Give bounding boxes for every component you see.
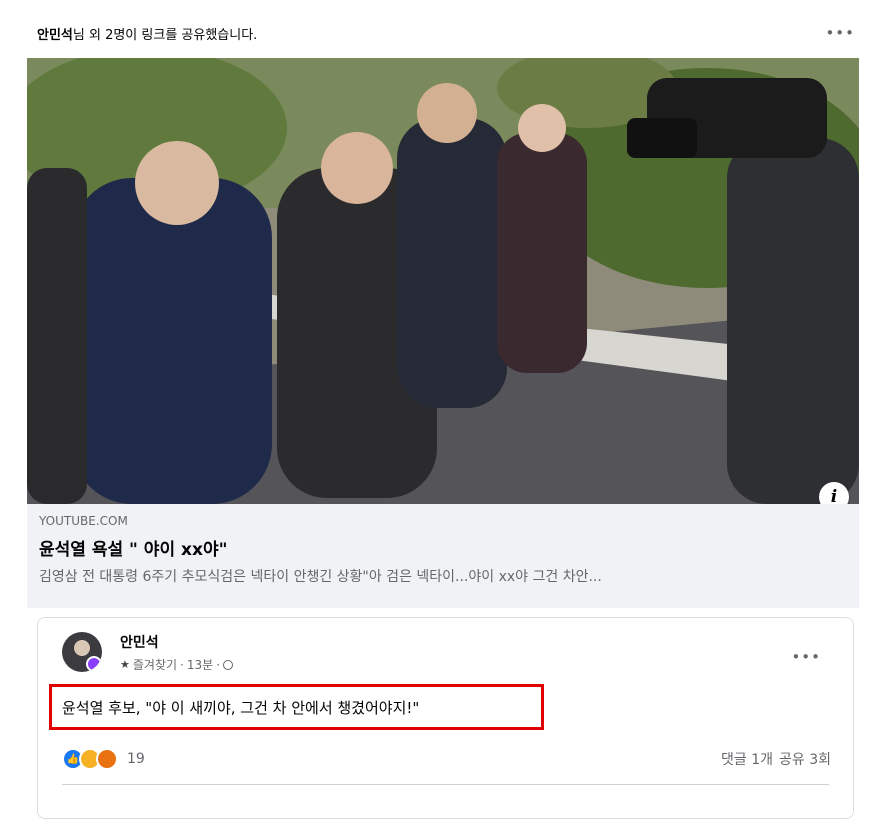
post-time[interactable]: 13분 — [187, 656, 213, 673]
link-thumbnail[interactable]: i — [27, 58, 859, 504]
share-count[interactable]: 공유 3회 — [779, 749, 831, 769]
reaction-count: 19 — [127, 751, 145, 767]
avatar[interactable] — [62, 632, 102, 672]
post-more-options-icon[interactable]: ••• — [791, 648, 821, 666]
highlighted-post-text: 윤석열 후보, "야 이 새끼야, 그건 차 안에서 챙겼어야지!" — [49, 684, 544, 730]
more-options-icon[interactable]: ••• — [825, 24, 855, 42]
favorite-label: 즐겨찾기 — [132, 658, 178, 672]
star-icon: ★ — [120, 658, 130, 671]
meta-separator: · — [180, 657, 184, 672]
meta-separator: · — [216, 657, 221, 672]
globe-icon[interactable] — [223, 659, 234, 670]
link-title[interactable]: 윤석열 욕설 " 야이 xx야" — [39, 535, 847, 560]
share-header: 안민석님 외 2명이 링크를 공유했습니다. ••• — [37, 22, 855, 44]
share-header-text: 안민석님 외 2명이 링크를 공유했습니다. — [37, 24, 257, 43]
avatar-badge-icon — [86, 656, 102, 672]
divider — [62, 784, 829, 785]
post-text: 윤석열 후보, "야 이 새끼야, 그건 차 안에서 챙겼어야지!" — [62, 698, 420, 717]
engagement-counts: 댓글 1개 공유 3회 — [721, 749, 831, 769]
header-author-name[interactable]: 안민석 — [37, 28, 73, 43]
angry-reaction-icon — [96, 748, 118, 770]
link-domain: YOUTUBE.COM — [39, 514, 128, 528]
info-icon[interactable]: i — [819, 482, 849, 504]
post-author-name[interactable]: 안민석 — [120, 632, 159, 652]
reactions-summary[interactable]: 👍 19 — [62, 748, 145, 770]
comment-count[interactable]: 댓글 1개 — [721, 749, 773, 769]
shared-post-card: 안민석 ★ 즐겨찾기 · 13분 · ••• 윤석열 후보, "야 이 새끼야,… — [37, 617, 854, 819]
thumbnail-image — [27, 58, 859, 504]
header-share-text: 님 외 2명이 링크를 공유했습니다. — [72, 27, 258, 43]
link-preview[interactable]: YOUTUBE.COM 윤석열 욕설 " 야이 xx야" 김영삼 전 대통령 6… — [27, 504, 859, 608]
post-meta: ★ 즐겨찾기 · 13분 · — [120, 656, 234, 673]
link-description: 김영삼 전 대통령 6주기 추모식검은 넥타이 안챙긴 상황"아 검은 넥타이.… — [39, 569, 602, 585]
